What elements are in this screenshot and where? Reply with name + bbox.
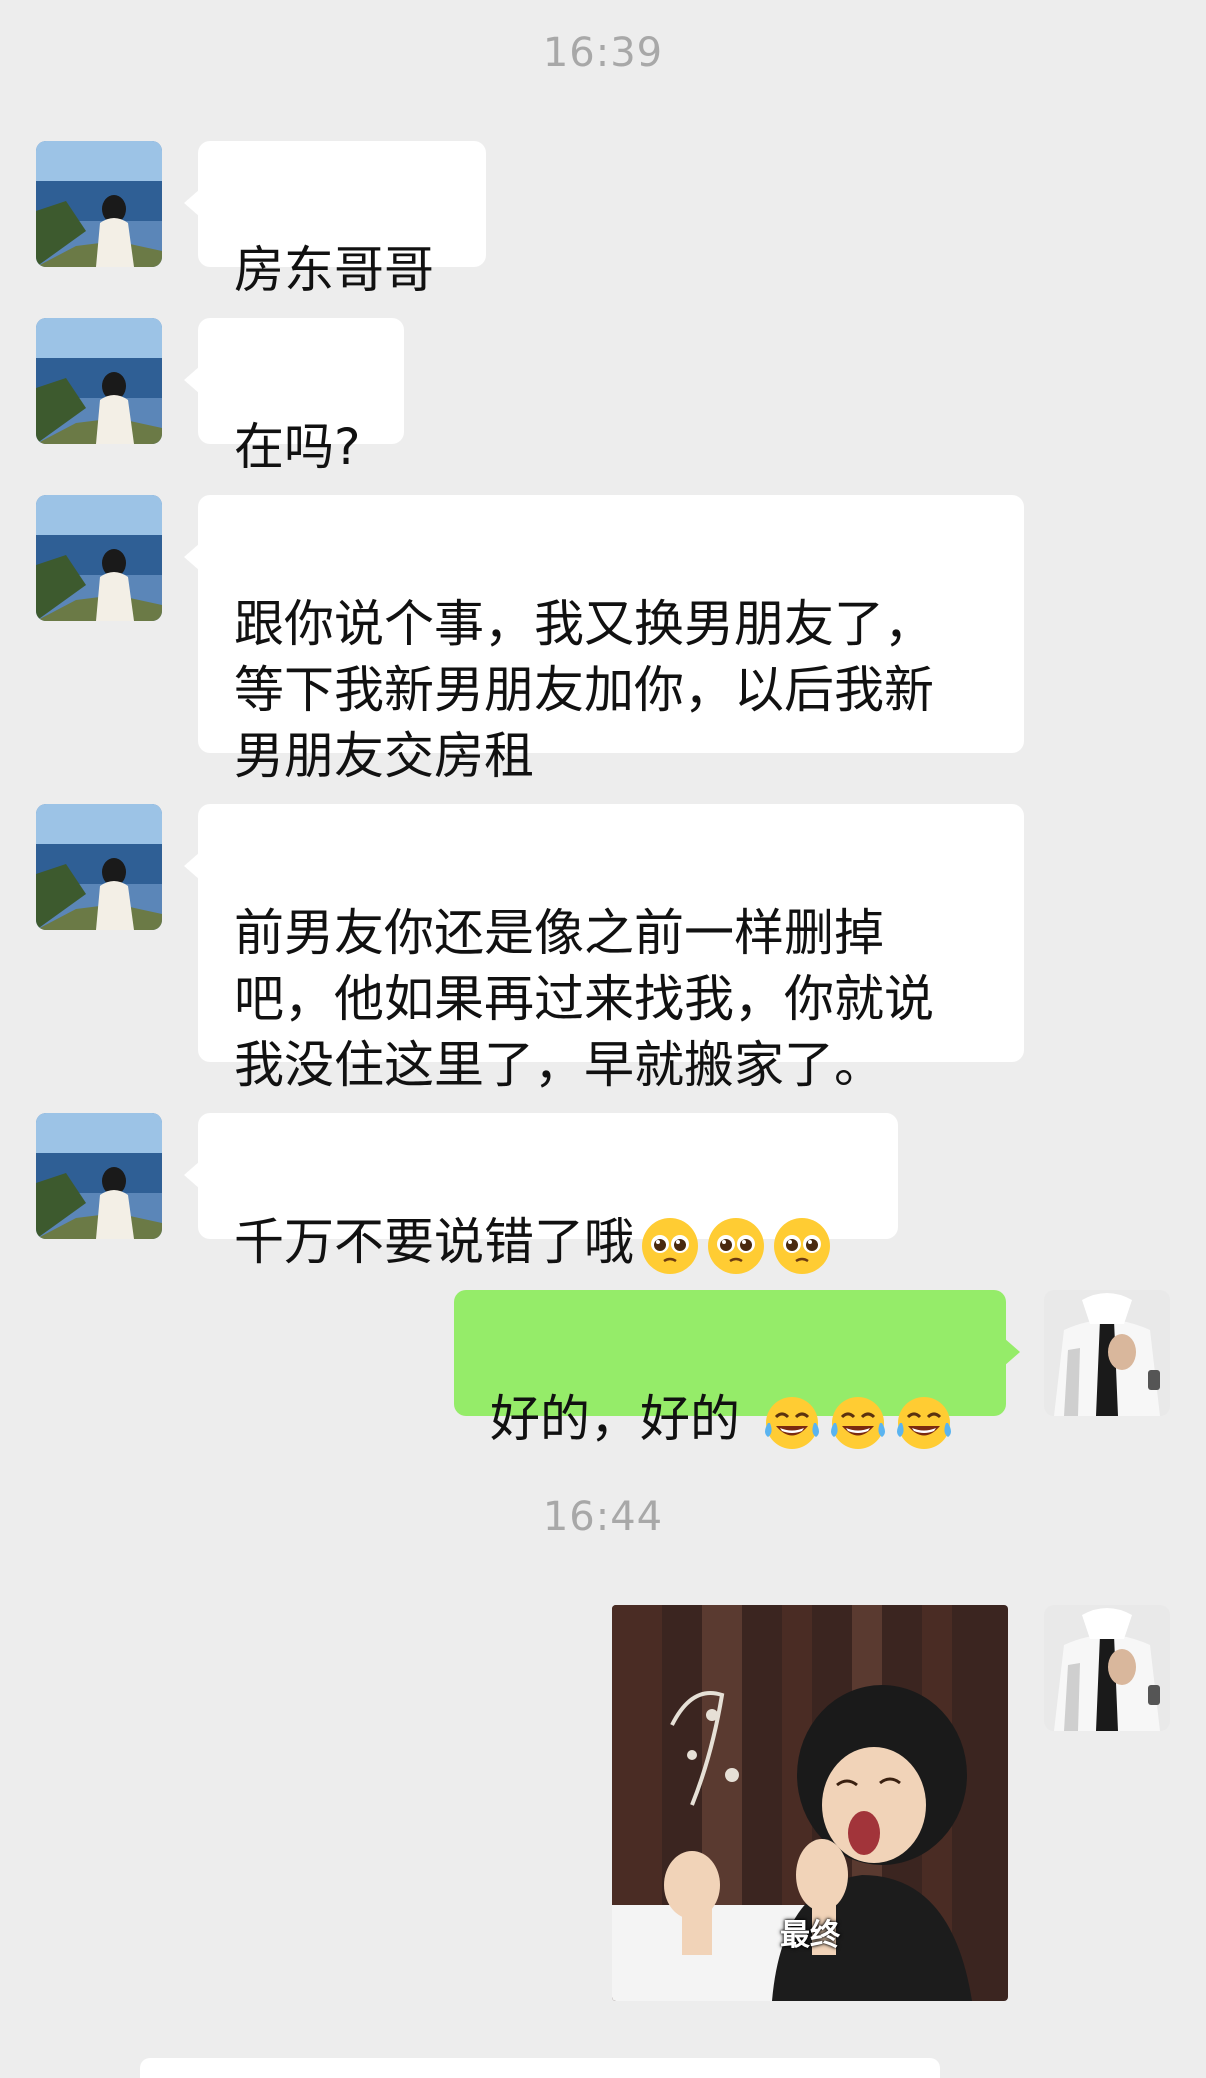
contact-avatar-image: [36, 495, 162, 621]
my-avatar[interactable]: [1044, 1290, 1170, 1416]
emoji-group: [640, 1216, 832, 1276]
message-bubble[interactable]: 好的，好的: [454, 1290, 1020, 1449]
message-text: 千万不要说错了哦: [234, 1213, 634, 1271]
message-bubble[interactable]: 跟你说个事，我又换男朋友了， 等下我新男朋友加你，以后我新 男朋友交房租: [184, 495, 1024, 785]
chat-window: 16:39 房东哥哥 在吗? 跟你说个事，我又换男朋友了， 等下我新男朋友加你，…: [0, 0, 1206, 2078]
pleading-face-icon: [642, 1217, 698, 1274]
message-bubble[interactable]: 在吗?: [184, 318, 404, 476]
contact-avatar-image: [36, 318, 162, 444]
timestamp: 16:39: [542, 30, 664, 76]
sticker-caption: 最终: [780, 1918, 840, 1953]
tears-of-joy-icon: [830, 1396, 885, 1449]
message-bubble[interactable]: 前男友你还是像之前一样删掉 吧，他如果再过来找我，你就说 我没住这里了，早就搬家…: [184, 804, 1024, 1094]
pleading-face-icon: [774, 1217, 830, 1274]
contact-avatar-image: [36, 141, 162, 267]
tears-of-joy-icon: [896, 1396, 951, 1449]
input-bar-edge: [140, 2058, 940, 2078]
message-bubble[interactable]: 千万不要说错了哦: [184, 1113, 898, 1274]
contact-avatar[interactable]: [36, 141, 162, 267]
message-text: 前男友你还是像之前一样删掉 吧，他如果再过来找我，你就说 我没住这里了，早就搬家…: [234, 904, 934, 1094]
contact-avatar-image: [36, 804, 162, 930]
message-text: 房东哥哥: [234, 241, 434, 299]
tears-of-joy-icon: [764, 1396, 819, 1449]
message-text: 跟你说个事，我又换男朋友了， 等下我新男朋友加你，以后我新 男朋友交房租: [234, 595, 934, 785]
my-avatar-image: [1044, 1290, 1170, 1416]
contact-avatar[interactable]: [36, 804, 162, 930]
pleading-face-icon: [708, 1217, 764, 1274]
contact-avatar[interactable]: [36, 318, 162, 444]
contact-avatar[interactable]: [36, 495, 162, 621]
sticker-message[interactable]: 最终: [612, 1605, 1008, 2001]
contact-avatar[interactable]: [36, 1113, 162, 1239]
timestamp: 16:44: [542, 1494, 664, 1540]
message-text: 在吗?: [234, 418, 361, 476]
emoji-group: [762, 1393, 954, 1453]
my-avatar[interactable]: [1044, 1605, 1170, 1731]
message-bubble[interactable]: 房东哥哥: [184, 141, 486, 299]
contact-avatar-image: [36, 1113, 162, 1239]
my-avatar-image: [1044, 1605, 1170, 1731]
message-text: 好的，好的: [490, 1390, 756, 1448]
